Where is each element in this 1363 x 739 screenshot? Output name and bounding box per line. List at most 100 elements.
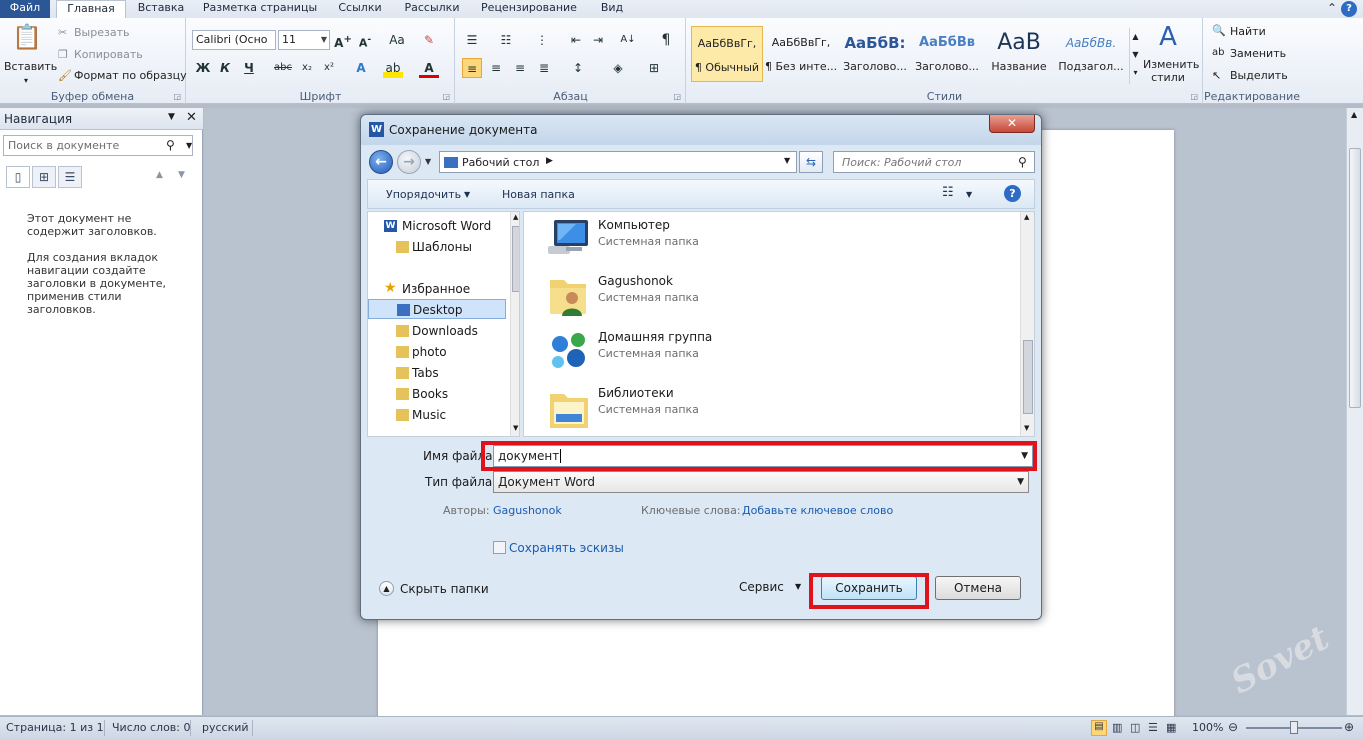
chevron-down-icon[interactable]: ▾ (24, 76, 28, 85)
format-painter-button[interactable]: Формат по образцу (74, 69, 187, 82)
print-layout-icon[interactable]: ▤ (1091, 720, 1107, 736)
tab-page-layout[interactable]: Разметка страницы (198, 0, 322, 18)
full-screen-icon[interactable]: ▥ (1112, 721, 1122, 734)
subscript-icon[interactable]: x₂ (297, 58, 317, 78)
tree-item-microsoft-word[interactable]: W Microsoft Word (368, 216, 508, 236)
keywords-value[interactable]: Добавьте ключевое слово (742, 504, 893, 517)
text-effects-icon[interactable]: A (351, 58, 371, 78)
align-left-icon[interactable]: ≡ (462, 58, 482, 78)
tab-insert[interactable]: Вставка (131, 0, 191, 18)
scroll-thumb[interactable] (1023, 340, 1033, 414)
chevron-down-icon[interactable]: ▼ (186, 141, 192, 150)
paste-button[interactable]: Вставить (4, 60, 57, 73)
new-folder-button[interactable]: Новая папка (502, 188, 575, 201)
help-icon[interactable]: ? (1004, 185, 1021, 202)
minimize-ribbon-icon[interactable]: ⌃ (1327, 1, 1337, 15)
path-text[interactable]: Рабочий стол (462, 156, 539, 169)
nav-tab-pages[interactable]: ⊞ (32, 166, 56, 188)
chevron-up-icon[interactable]: ▲ (379, 581, 394, 596)
font-color-icon[interactable]: A (419, 58, 439, 78)
line-spacing-icon[interactable]: ↕ (568, 58, 588, 78)
decrease-indent-icon[interactable]: ⇤ (566, 30, 586, 50)
vertical-scrollbar[interactable]: ▲ (1346, 108, 1363, 715)
style-subtitle[interactable]: АаБбВв. Подзагол... (1055, 26, 1127, 82)
grow-font-icon[interactable]: A+ (333, 30, 353, 50)
web-layout-icon[interactable]: ◫ (1130, 721, 1140, 734)
style-normal[interactable]: АаБбВвГг, ¶ Обычный (691, 26, 763, 82)
change-styles-icon[interactable]: A (1153, 22, 1183, 52)
dialog-search-input[interactable]: Поиск: Рабочий стол ⚲ (833, 151, 1035, 173)
bullets-icon[interactable]: ☰ (462, 30, 482, 50)
style-heading-1[interactable]: АаБбВ: Заголово... (839, 26, 911, 82)
scroll-thumb[interactable] (1349, 148, 1361, 408)
save-thumbnails-label[interactable]: Сохранять эскизы (509, 541, 624, 555)
font-size-combo[interactable]: 11 ▼ (278, 30, 330, 50)
numbering-icon[interactable]: ☷ (496, 30, 516, 50)
borders-icon[interactable]: ⊞ (644, 58, 664, 78)
align-center-icon[interactable]: ≡ (486, 58, 506, 78)
page-count[interactable]: Страница: 1 из 1 (6, 721, 104, 734)
replace-button[interactable]: Заменить (1230, 47, 1286, 60)
path-box[interactable]: Рабочий стол ▶ ▼ (439, 151, 797, 173)
chevron-down-icon[interactable]: ▼ (1017, 472, 1024, 492)
previous-icon[interactable]: ▲ (156, 170, 163, 180)
list-item[interactable]: Домашняя группа Системная папка (524, 324, 1019, 380)
save-thumbnails-checkbox[interactable] (493, 541, 506, 554)
view-options-icon[interactable]: ☷ (942, 185, 954, 200)
shading-icon[interactable]: ◈ (608, 58, 628, 78)
tab-review[interactable]: Рецензирование (474, 0, 584, 18)
tree-item-tabs[interactable]: Tabs (368, 363, 508, 383)
help-icon[interactable]: ? (1341, 1, 1357, 17)
cancel-button[interactable]: Отмена (935, 576, 1021, 600)
italic-button[interactable]: К (215, 58, 235, 78)
tree-item-music[interactable]: Music (368, 405, 508, 425)
find-button[interactable]: Найти (1230, 25, 1266, 38)
tree-scrollbar[interactable]: ▲ ▼ (510, 212, 519, 436)
chevron-right-icon[interactable]: ▶ (546, 156, 553, 166)
authors-value[interactable]: Gagushonok (493, 504, 562, 517)
search-icon[interactable]: ⚲ (166, 138, 175, 152)
tree-item-favorites[interactable]: ★ Избранное (368, 279, 508, 299)
forward-arrow-icon[interactable]: → (397, 150, 421, 174)
style-no-spacing[interactable]: АаБбВвГг, ¶ Без инте... (765, 26, 837, 82)
list-item[interactable]: Компьютер Системная папка (524, 212, 1019, 268)
search-icon[interactable]: ⚲ (1018, 155, 1027, 169)
tree-item-photo[interactable]: photo (368, 342, 508, 362)
superscript-icon[interactable]: x² (319, 58, 339, 78)
chevron-down-icon[interactable]: ▼ (784, 156, 790, 165)
change-styles-button[interactable]: Изменить стили (1143, 58, 1199, 84)
outline-icon[interactable]: ☰ (1148, 721, 1158, 734)
strikethrough-icon[interactable]: abc (273, 58, 293, 78)
scroll-up-icon[interactable]: ▲ (1351, 110, 1357, 119)
clear-formatting-icon[interactable]: ✎ (419, 30, 439, 50)
zoom-level[interactable]: 100% (1192, 721, 1223, 734)
scroll-down-icon[interactable]: ▼ (1024, 424, 1029, 432)
copy-button[interactable]: Копировать (74, 48, 143, 61)
scroll-up-icon[interactable]: ▲ (1024, 213, 1029, 221)
chevron-down-icon[interactable]: ▼ (425, 157, 431, 166)
tree-item-desktop[interactable]: Desktop (368, 299, 506, 319)
multilevel-list-icon[interactable]: ⋮ (532, 30, 552, 50)
tab-home[interactable]: Главная (56, 0, 126, 19)
file-list-scrollbar[interactable]: ▲ ▼ (1020, 212, 1034, 436)
close-button[interactable]: ✕ (989, 115, 1035, 133)
change-case-icon[interactable]: Aa (387, 30, 407, 50)
chevron-down-icon[interactable]: ▼ (795, 582, 801, 591)
nav-tab-results[interactable]: ☰ (58, 166, 82, 188)
scroll-up-icon[interactable]: ▲ (513, 213, 518, 221)
word-count[interactable]: Число слов: 0 (112, 721, 191, 734)
increase-indent-icon[interactable]: ⇥ (588, 30, 608, 50)
tab-view[interactable]: Вид (592, 0, 632, 18)
style-heading-2[interactable]: АаБбВв Заголово... (911, 26, 983, 82)
service-button[interactable]: Сервис (739, 580, 784, 594)
bold-button[interactable]: Ж (193, 58, 213, 78)
zoom-in-icon[interactable]: ⊕ (1344, 720, 1354, 734)
dialog-launcher-icon[interactable]: ◲ (173, 92, 181, 101)
list-item[interactable]: Gagushonok Системная папка (524, 268, 1019, 324)
align-right-icon[interactable]: ≡ (510, 58, 530, 78)
style-title[interactable]: АаВ Название (983, 26, 1055, 82)
tree-item-templates[interactable]: Шаблоны (368, 237, 508, 257)
language[interactable]: русский (202, 721, 249, 734)
refresh-icon[interactable]: ⇆ (799, 151, 823, 173)
styles-scroll-icon[interactable]: ▲ ▼ ▾ (1129, 28, 1141, 84)
